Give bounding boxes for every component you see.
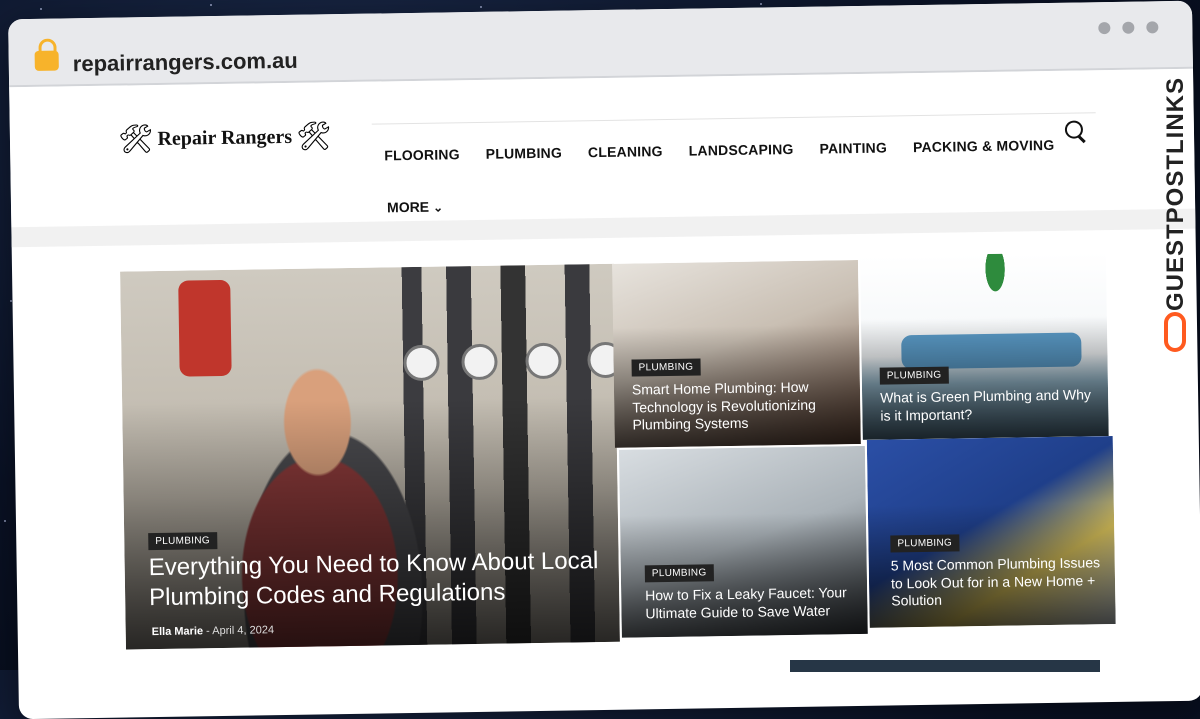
- nav-divider: [371, 112, 1096, 125]
- window-dot-icon[interactable]: [1146, 21, 1159, 34]
- nav-item-cleaning[interactable]: CLEANING: [588, 143, 663, 160]
- watermark-text: GUESTPOSTLINKS: [1162, 76, 1189, 312]
- nav-item-more[interactable]: MORE ⌄: [386, 198, 444, 216]
- sprout-image: [979, 253, 1011, 305]
- category-badge[interactable]: PLUMBING: [644, 564, 714, 583]
- more-label: MORE: [386, 198, 430, 216]
- bottom-image-strip: [790, 660, 1100, 672]
- url-text[interactable]: repairrangers.com.au: [73, 48, 298, 78]
- logo-text: Repair Rangers: [157, 125, 293, 150]
- gauge-image: [525, 342, 562, 380]
- link-logo-icon: [1164, 312, 1186, 352]
- nav-item-packing-moving[interactable]: PACKING & MOVING: [913, 137, 1055, 155]
- window-controls: [1098, 21, 1159, 35]
- category-badge[interactable]: PLUMBING: [879, 366, 949, 385]
- featured-article-bottom-left[interactable]: PLUMBING How to Fix a Leaky Faucet: Your…: [618, 445, 868, 638]
- meta-separator: -: [206, 625, 210, 638]
- article-meta: Ella Marie - April 4, 2024: [152, 624, 274, 638]
- site-logo[interactable]: 🛠 Repair Rangers 🛠: [117, 120, 332, 155]
- tools-icon: 🛠: [295, 120, 332, 152]
- nav-item-plumbing[interactable]: PLUMBING: [486, 145, 563, 162]
- tools-icon: 🛠: [117, 123, 154, 155]
- category-badge[interactable]: PLUMBING: [631, 358, 701, 377]
- gauge-image: [461, 343, 498, 381]
- lock-icon: [34, 50, 59, 71]
- featured-article-top-left[interactable]: PLUMBING Smart Home Plumbing: How Techno…: [611, 259, 861, 448]
- nav-item-painting[interactable]: PAINTING: [819, 140, 887, 157]
- nav-item-landscaping[interactable]: LANDSCAPING: [689, 141, 794, 159]
- article-title[interactable]: Smart Home Plumbing: How Technology is R…: [632, 378, 848, 434]
- window-dot-icon[interactable]: [1098, 21, 1111, 35]
- site-header: 🛠 Repair Rangers 🛠 FLOORING PLUMBING CLE…: [9, 68, 1196, 228]
- featured-article-top-right[interactable]: PLUMBING What is Green Plumbing and Why …: [859, 252, 1109, 440]
- category-badge[interactable]: PLUMBING: [890, 534, 960, 553]
- window-dot-icon[interactable]: [1122, 21, 1135, 34]
- featured-article-bottom-right[interactable]: PLUMBING 5 Most Common Plumbing Issues t…: [866, 435, 1116, 628]
- main-nav: FLOORING PLUMBING CLEANING LANDSCAPING P…: [384, 137, 1054, 164]
- search-icon[interactable]: [1064, 120, 1084, 139]
- article-title[interactable]: What is Green Plumbing and Why is it Imp…: [880, 386, 1096, 424]
- article-title[interactable]: Everything You Need to Know About Local …: [148, 546, 599, 613]
- watermark-brand: GUESTPOSTLINKS: [1156, 60, 1196, 360]
- article-title[interactable]: How to Fix a Leaky Faucet: Your Ultimate…: [645, 584, 861, 622]
- article-date: April 4, 2024: [212, 624, 275, 638]
- featured-article-main[interactable]: PLUMBING Everything You Need to Know Abo…: [120, 263, 620, 650]
- nav-item-flooring[interactable]: FLOORING: [384, 146, 460, 163]
- article-title[interactable]: 5 Most Common Plumbing Issues to Look Ou…: [891, 554, 1107, 610]
- browser-window: repairrangers.com.au 🛠 Repair Rangers 🛠 …: [8, 0, 1200, 719]
- author-name[interactable]: Ella Marie: [152, 625, 204, 638]
- chevron-down-icon: ⌄: [432, 200, 444, 215]
- category-badge[interactable]: PLUMBING: [148, 532, 218, 551]
